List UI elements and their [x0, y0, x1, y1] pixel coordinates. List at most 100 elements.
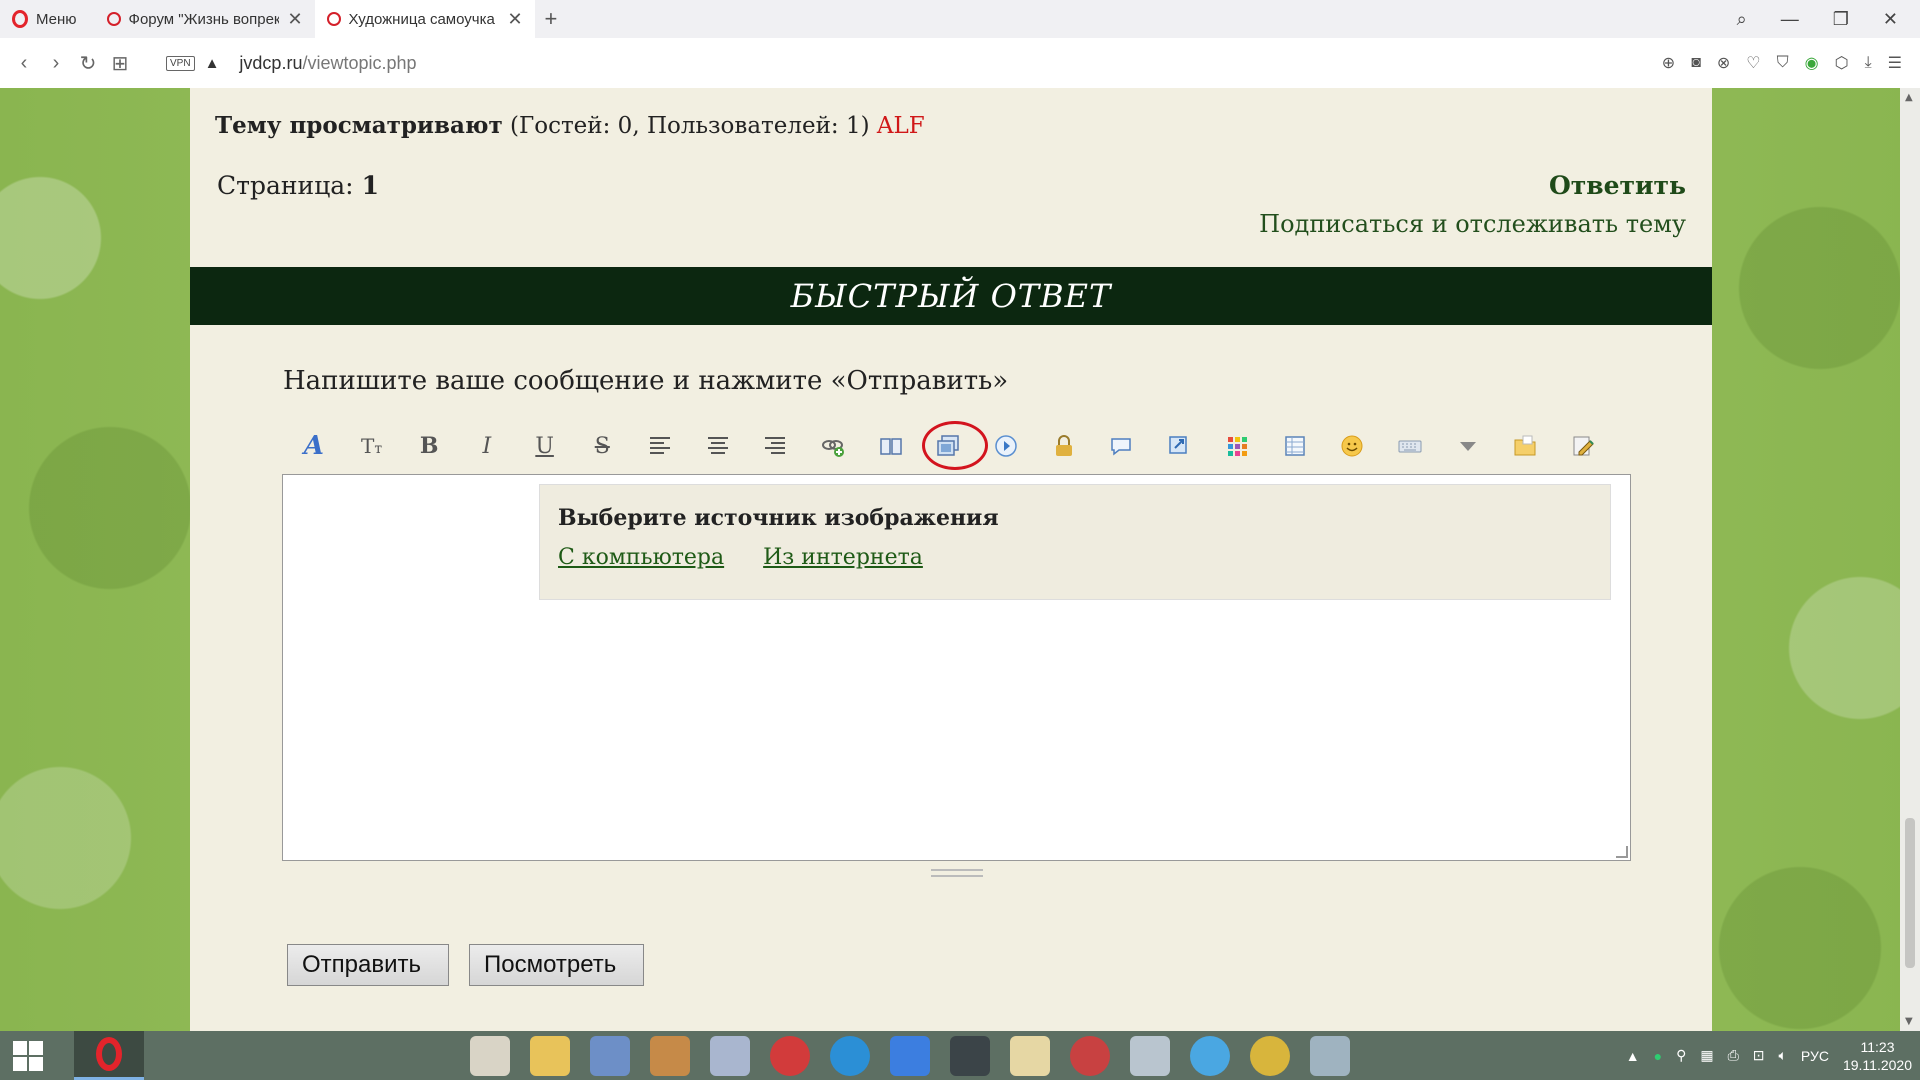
taskbar-speedtest-icon[interactable]	[950, 1035, 990, 1076]
scroll-up-icon[interactable]: ▲	[1905, 92, 1913, 103]
clock-date: 19.11.2020	[1842, 1056, 1912, 1073]
preview-button[interactable]: Посмотреть	[469, 944, 644, 986]
tab-artist[interactable]: Художница самоучка ✕	[314, 0, 535, 38]
scroll-thumb[interactable]	[1905, 818, 1915, 968]
reply-instruction: Напишите ваше сообщение и нажмите «Отпра…	[283, 366, 1009, 396]
taskbar-app-icon[interactable]	[1250, 1035, 1290, 1076]
underline-icon[interactable]: U	[516, 428, 574, 464]
wifi-icon[interactable]: ◉	[1805, 53, 1819, 73]
italic-icon[interactable]: I	[458, 428, 516, 464]
align-center-icon[interactable]	[689, 428, 747, 464]
close-window-icon[interactable]: ✕	[1883, 9, 1898, 30]
taskbar-apps	[470, 1031, 1350, 1080]
strikethrough-icon[interactable]: S	[573, 428, 631, 464]
popup-links: С компьютера Из интернета	[558, 545, 1592, 570]
subscribe-link[interactable]: Подписаться и отслеживать тему	[1259, 210, 1686, 238]
camera-icon[interactable]: ◙	[1691, 54, 1701, 72]
network-icon[interactable]: ⊡	[1753, 1047, 1765, 1064]
close-tab-icon[interactable]: ✕	[507, 9, 522, 30]
zoom-icon[interactable]: ⊕	[1662, 53, 1675, 73]
message-editor[interactable]: Выберите источник изображения С компьюте…	[282, 474, 1631, 861]
taskbar-app-icon[interactable]	[650, 1035, 690, 1076]
restore-icon[interactable]: ❐	[1833, 9, 1849, 30]
font-color-icon[interactable]: A	[285, 428, 343, 464]
antivirus-icon[interactable]: ●	[1654, 1048, 1662, 1064]
clock[interactable]: 11:23 19.11.2020	[1843, 1038, 1912, 1074]
taskbar-app-icon[interactable]	[1190, 1035, 1230, 1076]
align-left-icon[interactable]	[631, 428, 689, 464]
windows-taskbar: ▲ ● ⚲ ▦ ⎙ ⊡ 🔈︎ РУС 11:23 19.11.2020	[0, 1031, 1920, 1080]
search-tabs-icon[interactable]: ⌕	[1737, 9, 1747, 30]
download-icon[interactable]: ⤓	[1865, 54, 1872, 72]
book-icon[interactable]	[862, 428, 920, 464]
easy-setup-icon[interactable]: ☰	[1888, 53, 1902, 73]
minimize-icon[interactable]: —	[1781, 9, 1799, 30]
from-internet-link[interactable]: Из интернета	[763, 545, 923, 570]
speed-dial-icon[interactable]: ⊞	[104, 51, 136, 76]
resize-grip-icon[interactable]	[1616, 846, 1628, 858]
back-icon[interactable]: ‹	[8, 52, 40, 75]
window-controls: ⌕ — ❐ ✕	[1737, 0, 1920, 38]
vpn-badge[interactable]: VPN	[166, 55, 195, 71]
url-domain: jvdcp.ru	[239, 52, 303, 73]
taskbar-app-icon[interactable]	[1010, 1035, 1050, 1076]
taskbar-app-icon[interactable]	[710, 1035, 750, 1076]
taskbar-notepad-icon[interactable]	[470, 1035, 510, 1076]
edit-note-icon[interactable]	[1554, 428, 1612, 464]
page-scrollbar[interactable]: ▲ ▼	[1900, 88, 1920, 1031]
heart-icon[interactable]: ♡	[1746, 53, 1760, 73]
taskbar-opera-icon[interactable]	[770, 1035, 810, 1076]
close-tab-icon[interactable]: ✕	[287, 9, 302, 30]
color-grid-icon[interactable]	[1208, 428, 1266, 464]
usb-icon[interactable]: ⚲	[1676, 1047, 1686, 1064]
shield-icon[interactable]: ⛉	[1777, 54, 1789, 72]
quick-reply-header: БЫСТРЫЙ ОТВЕТ	[190, 267, 1712, 325]
link-icon[interactable]	[804, 428, 862, 464]
new-tab-icon[interactable]: +	[535, 6, 568, 32]
font-size-icon[interactable]: Tт	[343, 428, 401, 464]
app-tray-icon[interactable]: ▦	[1700, 1047, 1713, 1064]
volume-icon[interactable]: 🔈︎	[1779, 1047, 1787, 1064]
cube-icon[interactable]: ⬡	[1835, 53, 1849, 73]
forward-icon[interactable]: ›	[40, 52, 72, 75]
bold-icon[interactable]: B	[400, 428, 458, 464]
image-icon[interactable]	[920, 421, 988, 470]
browser-tab-bar: Меню Форум "Жизнь вопреки Д ✕ Художница …	[0, 0, 1920, 38]
printer-icon[interactable]: ⎙	[1728, 1047, 1739, 1064]
reload-icon[interactable]: ↻	[72, 51, 104, 76]
speech-bubble-icon[interactable]	[1093, 428, 1151, 464]
keyboard-icon[interactable]	[1381, 428, 1439, 464]
taskbar-recycle-bin-icon[interactable]	[1310, 1035, 1350, 1076]
ad-block-icon[interactable]: ⊗	[1717, 53, 1730, 73]
language-indicator[interactable]: РУС	[1801, 1048, 1829, 1064]
viewers-label: Тему просматривают	[215, 112, 503, 139]
quote-icon[interactable]	[1150, 428, 1208, 464]
reply-link[interactable]: Ответить	[1549, 171, 1686, 200]
taskbar-skype-icon[interactable]	[830, 1035, 870, 1076]
taskbar-opera[interactable]	[74, 1031, 144, 1080]
folder-icon[interactable]	[1496, 428, 1554, 464]
security-warning-icon[interactable]: ▲	[205, 55, 220, 72]
pagination: Страница: 1	[217, 171, 379, 200]
viewer-user-link[interactable]: ALF	[877, 113, 925, 139]
taskbar-app-icon[interactable]	[1130, 1035, 1170, 1076]
align-right-icon[interactable]	[747, 428, 805, 464]
opera-menu-button[interactable]: Меню	[0, 0, 95, 38]
editor-resize-handle[interactable]	[931, 869, 983, 877]
taskbar-app-icon[interactable]	[590, 1035, 630, 1076]
dropdown-triangle-icon[interactable]	[1439, 428, 1497, 464]
show-hidden-icon[interactable]: ▲	[1626, 1048, 1640, 1064]
send-button[interactable]: Отправить	[287, 944, 449, 986]
taskbar-app-icon[interactable]	[1070, 1035, 1110, 1076]
table-icon[interactable]	[1266, 428, 1324, 464]
scroll-down-icon[interactable]: ▼	[1905, 1016, 1913, 1027]
url-field[interactable]: jvdcp.ru/viewtopic.php	[239, 53, 416, 74]
tab-forum[interactable]: Форум "Жизнь вопреки Д ✕	[95, 0, 315, 38]
video-play-icon[interactable]	[977, 428, 1035, 464]
lock-icon[interactable]	[1035, 428, 1093, 464]
from-computer-link[interactable]: С компьютера	[558, 545, 724, 570]
smiley-icon[interactable]	[1323, 428, 1381, 464]
taskbar-folder-icon[interactable]	[530, 1035, 570, 1076]
start-button[interactable]	[0, 1031, 56, 1080]
taskbar-zoom-icon[interactable]	[890, 1035, 930, 1076]
